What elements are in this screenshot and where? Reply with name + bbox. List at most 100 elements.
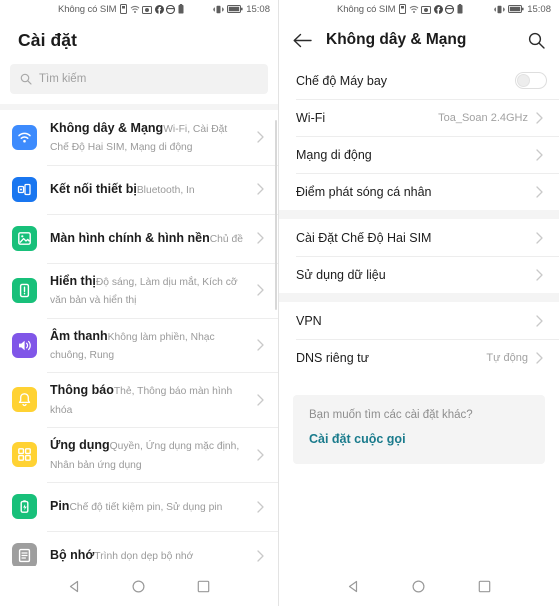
settings-row[interactable]: PinChế độ tiết kiệm pin, Sử dụng pin [0, 482, 278, 532]
settings-row-title: Màn hình chính & hình nền [50, 231, 210, 246]
nav-bar-right [279, 566, 559, 606]
wireless-row-label: Điểm phát sóng cá nhân [296, 184, 432, 199]
chevron-right-icon [257, 339, 268, 351]
wireless-row[interactable]: Cài Đặt Chế Độ Hai SIM [279, 219, 559, 256]
nav-back-button[interactable] [56, 568, 92, 604]
battery-icon [508, 5, 524, 13]
settings-row[interactable]: Âm thanhKhông làm phiền, Nhạc chuông, Ru… [0, 317, 278, 373]
search-icon [20, 73, 32, 85]
back-button[interactable] [293, 33, 312, 48]
section-separator [279, 210, 559, 219]
nav-recents-button[interactable] [186, 568, 222, 604]
settings-row-title: Không dây & Mạng [50, 121, 164, 135]
camera-icon [421, 5, 432, 14]
wireless-row-label: Sử dụng dữ liệu [296, 267, 386, 282]
clock-label: 15:08 [246, 3, 270, 15]
apps-grid-icon [12, 442, 37, 468]
wireless-row-label: Wi-Fi [296, 110, 326, 125]
camera-icon [142, 5, 153, 14]
search-placeholder: Tìm kiếm [39, 73, 87, 85]
settings-row[interactable]: Không dây & MạngWi-Fi, Cài Đặt Chế Độ Ha… [0, 110, 278, 165]
home-circle-icon [412, 579, 425, 593]
settings-section: Chế độ Máy bay Wi-Fi Toa_Soan 2.4GHz Mạng d… [279, 62, 559, 210]
clock-label-2: 15:08 [527, 3, 551, 15]
settings-row-text: Không dây & MạngWi-Fi, Cài Đặt Chế Độ Ha… [50, 119, 244, 156]
nav-back-button-2[interactable] [336, 568, 372, 604]
settings-section: Cài Đặt Chế Độ Hai SIM Sử dụng dữ liệu [279, 219, 559, 293]
chevron-right-icon [536, 314, 547, 327]
toggle-knob [517, 74, 530, 87]
sim-icon [120, 4, 128, 14]
wireless-row-label: Chế độ Máy bay [296, 73, 388, 88]
chevron-right-icon [257, 500, 268, 513]
settings-row-subtitle: Trình dọn dẹp bộ nhớ [94, 551, 194, 563]
settings-row[interactable]: Thông báoThẻ, Thông báo màn hình khóa [0, 372, 278, 428]
section-separator [279, 293, 559, 302]
settings-section: VPN DNS riêng tư Tự động [279, 302, 559, 376]
wifi-icon [130, 5, 140, 13]
more-settings-card: Bạn muốn tìm các cài đặt khác? Cài đặt c… [293, 395, 545, 464]
left-pane-settings: Không có SIM 15:08 Cài đặt Tìm kiếm Khôn… [0, 0, 279, 606]
chevron-right-icon [536, 111, 547, 124]
bell-icon [12, 387, 37, 413]
status-bar-left: Không có SIM 15:08 [0, 0, 278, 18]
search-input[interactable]: Tìm kiếm [10, 64, 268, 94]
settings-row-text: Màn hình chính & hình nềnChủ đề [50, 229, 244, 247]
nav-recents-button-2[interactable] [466, 568, 502, 604]
chevron-right-icon [536, 185, 547, 198]
status-bar-right-group: 15:08 [213, 4, 270, 15]
browser-icon [445, 4, 455, 14]
chevron-right-icon [536, 268, 547, 281]
wireless-row-label: DNS riêng tư [296, 350, 369, 365]
settings-row-title: Kết nối thiết bị [50, 182, 137, 197]
search-button[interactable] [528, 32, 545, 49]
chevron-right-icon [257, 131, 268, 144]
settings-row[interactable]: Kết nối thiết bịBluetooth, In [0, 164, 278, 214]
settings-row-title: Thông báo [50, 383, 114, 398]
wireless-row-value: Toa_Soan 2.4GHz [438, 111, 528, 124]
wireless-row[interactable]: Mạng di động [279, 136, 559, 173]
wireless-row[interactable]: Sử dụng dữ liệu [279, 256, 559, 293]
chevron-right-icon [257, 549, 268, 562]
home-circle-icon [132, 579, 145, 593]
wireless-row[interactable]: DNS riêng tư Tự động [279, 339, 559, 376]
wireless-row-label: Mạng di động [296, 147, 372, 162]
carrier-label-2: Không có SIM [337, 3, 396, 15]
settings-row-title: Hiển thị [50, 273, 96, 288]
wireless-row[interactable]: VPN [279, 302, 559, 339]
settings-row[interactable]: Màn hình chính & hình nềnChủ đề [0, 213, 278, 263]
right-page-title: Không dây & Mạng [326, 31, 467, 48]
battery-icon [12, 494, 37, 520]
browser-icon [166, 4, 176, 14]
wifi-icon [409, 5, 419, 13]
nav-home-button[interactable] [121, 568, 157, 604]
settings-row-subtitle: Chế độ tiết kiệm pin, Sử dụng pin [69, 502, 223, 514]
settings-row[interactable]: Hiển thịĐộ sáng, Làm dịu mắt, Kích cỡ vă… [0, 262, 278, 318]
search-container: Tìm kiếm [0, 62, 278, 104]
recents-square-icon [478, 580, 491, 592]
page-title: Cài đặt [18, 29, 78, 50]
wireless-row[interactable]: Điểm phát sóng cá nhân [279, 173, 559, 210]
wireless-row[interactable]: Chế độ Máy bay [279, 62, 559, 99]
chevron-right-icon [257, 449, 268, 461]
settings-row-subtitle: Chủ đề [209, 234, 243, 246]
left-scrollbar[interactable] [275, 120, 277, 310]
settings-row[interactable]: Ứng dụngQuyền, Ứng dụng mặc định, Nhân b… [0, 427, 278, 483]
battery-saver-icon [457, 4, 463, 14]
carrier-label: Không có SIM [58, 3, 117, 15]
battery-saver-icon [178, 4, 184, 14]
nav-home-button-2[interactable] [401, 568, 437, 604]
facebook-icon [154, 4, 164, 14]
wallpaper-icon [12, 225, 37, 251]
airplane-mode-toggle[interactable] [515, 72, 547, 89]
call-settings-link[interactable]: Cài đặt cuộc gọi [309, 432, 406, 446]
right-pane-wireless-networks: Không có SIM 15:08 Không dây & Mạng Chế … [279, 0, 559, 606]
device-connect-icon [12, 176, 37, 202]
battery-icon [227, 5, 243, 13]
status-bar-left-group: Không có SIM [58, 4, 184, 15]
status-bar-left-group-2: Không có SIM [337, 4, 463, 15]
settings-row-text: Thông báoThẻ, Thông báo màn hình khóa [50, 381, 244, 418]
wireless-row[interactable]: Wi-Fi Toa_Soan 2.4GHz [279, 99, 559, 136]
settings-row-text: Kết nối thiết bịBluetooth, In [50, 180, 244, 198]
settings-row-title: Âm thanh [50, 328, 108, 343]
